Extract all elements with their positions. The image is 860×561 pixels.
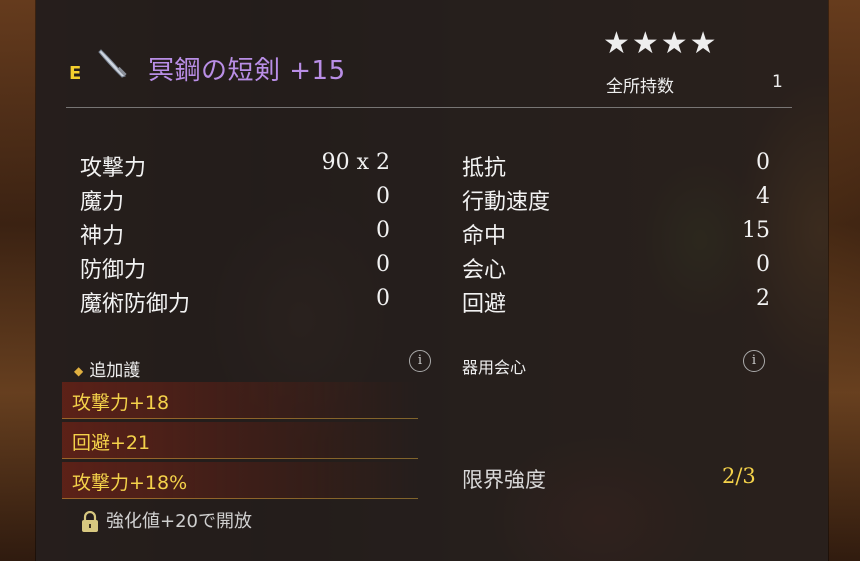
stat-row-magic-defense: 魔術防御力 0 — [80, 286, 390, 317]
stat-row-accuracy: 命中 15 — [462, 218, 770, 249]
stat-value: 2 — [756, 286, 770, 311]
rank-badge: E — [69, 63, 82, 84]
locked-bonus-row: 強化値+20で開放 — [80, 507, 252, 533]
stat-value: 90 x 2 — [321, 150, 390, 175]
stat-row-magic: 魔力 0 — [80, 184, 390, 215]
diamond-icon: ◆ — [74, 364, 84, 378]
limit-strength-value: 2/3 — [722, 464, 756, 488]
bonus-row: 攻撃力+18% — [62, 462, 418, 499]
stat-value: 0 — [376, 286, 390, 311]
stat-label: 神力 — [80, 224, 125, 249]
stat-label: 魔術防御力 — [80, 292, 191, 317]
stat-value: 0 — [376, 218, 390, 243]
owned-count-value: 1 — [772, 72, 783, 92]
stat-label: 攻撃力 — [80, 156, 147, 181]
stat-row-resist: 抵抗 0 — [462, 150, 770, 181]
rarity-stars: ★★★★ — [603, 26, 719, 61]
stat-label: 行動速度 — [462, 190, 551, 215]
stat-row-defense: 防御力 0 — [80, 252, 390, 283]
bonus-row: 回避+21 — [62, 422, 418, 459]
stat-value: 4 — [756, 184, 770, 209]
stat-value: 0 — [376, 184, 390, 209]
owned-count-label: 全所持数 — [606, 77, 674, 97]
background-pillar — [0, 0, 36, 561]
bonus-text: 攻撃力+18 — [72, 392, 170, 414]
stat-value: 0 — [376, 252, 390, 277]
stat-label: 命中 — [462, 224, 507, 249]
info-icon[interactable]: i — [409, 350, 431, 372]
bonus-row: 攻撃力+18 — [62, 382, 418, 419]
stat-row-divine: 神力 0 — [80, 218, 390, 249]
stat-label: 魔力 — [80, 190, 125, 215]
extra-protection-label: 追加護 — [89, 361, 141, 381]
stat-row-evasion: 回避 2 — [462, 286, 770, 317]
bonus-text: 攻撃力+18% — [72, 472, 188, 494]
stat-label: 抵抗 — [462, 156, 507, 181]
stat-label: 会心 — [462, 258, 507, 283]
extra-protection-heading: ◆ 追加護 — [74, 356, 140, 381]
locked-bonus-text: 強化値+20で開放 — [106, 511, 252, 532]
stat-label: 防御力 — [80, 258, 147, 283]
stat-value: 0 — [756, 252, 770, 277]
lock-icon — [82, 511, 98, 532]
bonus-text: 回避+21 — [72, 432, 151, 454]
dexterity-critical-heading: 器用会心 — [462, 358, 527, 377]
header-divider — [66, 107, 792, 108]
stat-value: 15 — [742, 218, 770, 243]
item-name: 冥鋼の短剣 +15 — [148, 56, 346, 86]
stat-row-attack: 攻撃力 90 x 2 — [80, 150, 390, 181]
stat-value: 0 — [756, 150, 770, 175]
limit-strength-label: 限界強度 — [462, 468, 546, 492]
background-pillar-right — [828, 0, 860, 561]
stat-label: 回避 — [462, 292, 507, 317]
dagger-icon — [98, 49, 127, 78]
stat-row-critical: 会心 0 — [462, 252, 770, 283]
info-icon[interactable]: i — [743, 350, 765, 372]
stat-row-speed: 行動速度 4 — [462, 184, 770, 215]
